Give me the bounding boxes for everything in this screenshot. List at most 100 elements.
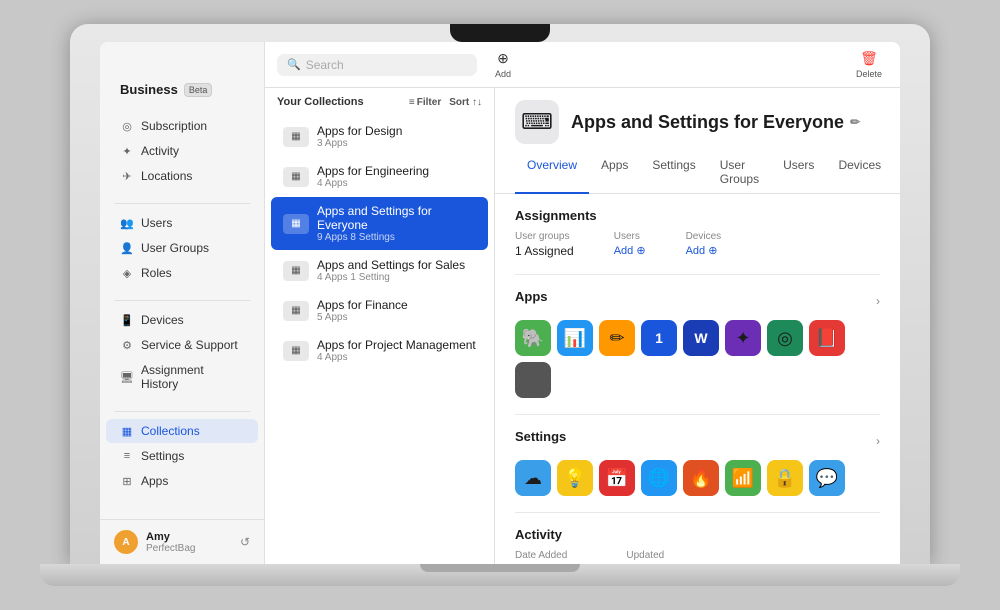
add-icon: ⊕	[497, 50, 509, 67]
brand-name: Business	[120, 82, 178, 97]
collection-item-project[interactable]: ▦ Apps for Project Management 4 Apps	[271, 331, 488, 370]
laptop-notch	[450, 24, 550, 42]
assignment-usergroups-value: 1 Assigned	[515, 244, 574, 258]
tab-apps[interactable]: Apps	[589, 152, 640, 194]
collection-meta: 4 Apps	[317, 178, 476, 189]
collection-icon: ▦	[283, 341, 309, 361]
app-icon-slack: ✦	[725, 320, 761, 356]
sort-button[interactable]: Sort ↑↓	[449, 97, 482, 108]
app-container: Business Beta ◎ Subscription ✦ Activity	[100, 42, 900, 564]
sidebar-item-label: Locations	[141, 169, 192, 183]
sidebar-item-devices[interactable]: 📱 Devices	[106, 308, 258, 332]
footer-user-name: Amy	[146, 531, 195, 543]
filter-icon: ≡	[409, 97, 415, 108]
assignment-devices-label: Devices	[686, 231, 722, 242]
avatar: A	[114, 530, 138, 554]
refresh-icon[interactable]: ↺	[240, 535, 250, 549]
setting-icon-chat: 💬	[809, 460, 845, 496]
add-button[interactable]: ⊕ Add	[489, 48, 517, 81]
activity-icon: ✦	[120, 145, 134, 158]
collection-item-design[interactable]: ▦ Apps for Design 3 Apps	[271, 117, 488, 156]
detail-content: Assignments User groups 1 Assigned Users…	[495, 194, 900, 564]
assignment-users-label: Users	[614, 231, 646, 242]
collection-icon: ▦	[283, 167, 309, 187]
sidebar-item-service-support[interactable]: ⚙ Service & Support	[106, 333, 258, 357]
collection-items-list: ▦ Apps for Design 3 Apps ▦ Apps	[265, 116, 494, 564]
panel-header-actions: ≡ Filter Sort ↑↓	[409, 97, 482, 108]
delete-label: Delete	[856, 69, 882, 79]
edit-icon[interactable]: ✏	[850, 115, 860, 129]
collection-name: Apps and Settings for Everyone	[317, 204, 476, 232]
roles-icon: ◈	[120, 267, 134, 280]
collection-item-finance[interactable]: ▦ Apps for Finance 5 Apps	[271, 291, 488, 330]
collection-info: Apps for Design 3 Apps	[317, 124, 476, 149]
sidebar-divider-2	[114, 300, 250, 301]
collection-meta: 9 Apps 8 Settings	[317, 232, 476, 243]
assignments-grid: User groups 1 Assigned Users Add ⊕ Devic…	[515, 231, 880, 258]
detail-title-text: Apps and Settings for Everyone	[571, 112, 844, 133]
sidebar-item-label: Collections	[141, 424, 200, 438]
app-icon-webex: ◎	[767, 320, 803, 356]
tab-devices[interactable]: Devices	[826, 152, 893, 194]
detail-app-icon: ⌨	[515, 100, 559, 144]
sidebar-item-locations[interactable]: ✈ Locations	[106, 164, 258, 188]
setting-icon-bulb: 💡	[557, 460, 593, 496]
tab-user-groups[interactable]: User Groups	[708, 152, 771, 194]
sidebar-item-users[interactable]: 👥 Users	[106, 211, 258, 235]
delete-button[interactable]: 🗑 Delete	[850, 48, 888, 81]
collection-meta: 4 Apps 1 Setting	[317, 272, 476, 283]
collection-info: Apps for Engineering 4 Apps	[317, 164, 476, 189]
sidebar-divider-3	[114, 411, 250, 412]
collection-meta: 5 Apps	[317, 312, 476, 323]
sidebar-item-apps[interactable]: ⊞ Apps	[106, 469, 258, 493]
assignment-col-devices: Devices Add ⊕	[686, 231, 722, 258]
settings-icons-row: ☁ 💡 📅 🌐 🔥 📶 🔒 💬	[515, 460, 880, 496]
sidebar-item-roles[interactable]: ◈ Roles	[106, 261, 258, 285]
collection-info: Apps for Finance 5 Apps	[317, 298, 476, 323]
assignment-devices-add[interactable]: Add ⊕	[686, 244, 722, 257]
detail-title: Apps and Settings for Everyone ✏	[571, 112, 860, 133]
sidebar: Business Beta ◎ Subscription ✦ Activity	[100, 42, 265, 564]
search-bar[interactable]: 🔍 Search	[277, 54, 477, 76]
laptop-shell: Business Beta ◎ Subscription ✦ Activity	[70, 24, 930, 564]
assignment-usergroups-label: User groups	[515, 231, 574, 242]
sidebar-item-collections[interactable]: ▦ Collections	[106, 419, 258, 443]
sidebar-item-label: Service & Support	[141, 338, 238, 352]
tab-settings[interactable]: Settings	[640, 152, 707, 194]
sidebar-item-label: Assignment History	[141, 363, 244, 391]
setting-icon-calendar: 📅	[599, 460, 635, 496]
detail-header: ⌨ Apps and Settings for Everyone ✏	[495, 88, 900, 144]
sidebar-item-subscription[interactable]: ◎ Subscription	[106, 114, 258, 138]
tab-users[interactable]: Users	[771, 152, 826, 194]
collections-icon: ▦	[120, 425, 134, 438]
app-icon-evernote: 🐘	[515, 320, 551, 356]
collection-item-sales[interactable]: ▦ Apps and Settings for Sales 4 Apps 1 S…	[271, 251, 488, 290]
tab-overview[interactable]: Overview	[515, 152, 589, 194]
footer-user-info: Amy PerfectBag	[146, 531, 195, 554]
collection-name: Apps for Design	[317, 124, 476, 138]
app-icon-book: 📕	[809, 320, 845, 356]
activity-col-added: Date Added Nov 10, 2021 Amy Frost	[515, 550, 586, 564]
collection-item-everyone[interactable]: ▦ Apps and Settings for Everyone 9 Apps …	[271, 197, 488, 250]
divider-3	[515, 512, 880, 513]
sidebar-item-settings[interactable]: ≡ Settings	[106, 444, 258, 468]
sidebar-footer: A Amy PerfectBag ↺	[100, 519, 264, 564]
sidebar-item-assignment-history[interactable]: 🖥 Assignment History	[106, 358, 258, 396]
sidebar-brand: Business Beta	[100, 82, 264, 113]
assignment-col-usergroups: User groups 1 Assigned	[515, 231, 574, 258]
collection-icon: ▦	[283, 261, 309, 281]
sidebar-item-label: User Groups	[141, 241, 209, 255]
filter-label: Filter	[417, 97, 441, 108]
collection-item-engineering[interactable]: ▦ Apps for Engineering 4 Apps	[271, 157, 488, 196]
collection-name: Apps for Engineering	[317, 164, 476, 178]
apps-section-row: Apps ›	[515, 289, 880, 312]
sidebar-section-4: ▦ Collections ≡ Settings ⊞ Apps	[100, 418, 264, 494]
collection-info: Apps and Settings for Sales 4 Apps 1 Set…	[317, 258, 476, 283]
history-icon: 🖥	[120, 371, 134, 384]
filter-button[interactable]: ≡ Filter	[409, 97, 441, 108]
collection-meta: 3 Apps	[317, 138, 476, 149]
app-icons-row: 🐘 📊 ✏ 1 W ✦ ◎ 📕	[515, 320, 880, 398]
sidebar-item-activity[interactable]: ✦ Activity	[106, 139, 258, 163]
assignment-users-add[interactable]: Add ⊕	[614, 244, 646, 257]
sidebar-item-user-groups[interactable]: 👤 User Groups	[106, 236, 258, 260]
